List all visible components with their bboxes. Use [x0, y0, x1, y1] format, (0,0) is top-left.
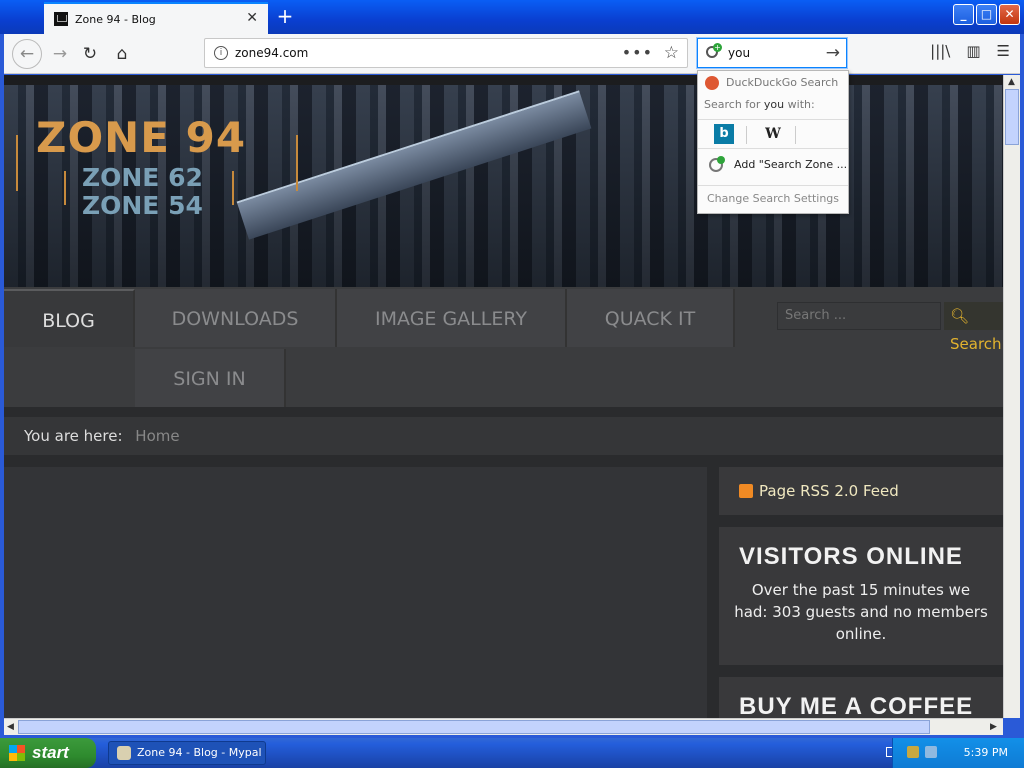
forward-button[interactable]: →: [48, 42, 72, 66]
tab-title: Zone 94 - Blog: [75, 12, 156, 26]
visitors-title: VISITORS ONLINE: [739, 543, 963, 570]
scroll-right-icon[interactable]: ▶: [990, 722, 997, 732]
reload-button[interactable]: ↻: [78, 42, 102, 66]
site-search-input[interactable]: Search ...: [777, 302, 941, 330]
tab-zone94[interactable]: Zone 94 - Blog ✕: [44, 2, 268, 34]
search-for-label: Search for you with:: [698, 95, 848, 115]
maximize-button[interactable]: □: [976, 4, 997, 25]
title-bar: Zone 94 - Blog ✕ + _ □ ✕: [0, 0, 1024, 34]
browser-window: Zone 94 - Blog ✕ + _ □ ✕ ← → ↻ ⌂ i zone9…: [0, 0, 1024, 738]
menu-item-image-gallery[interactable]: IMAGE GALLERY: [337, 289, 567, 347]
engine-separator: [795, 126, 796, 144]
top-strip: [4, 75, 1003, 85]
menu-icon[interactable]: ☰: [997, 42, 1010, 60]
search-icon: 🔍︎: [950, 307, 970, 325]
menu-item-quack-it[interactable]: QUACK IT: [567, 289, 735, 347]
change-search-settings[interactable]: Change Search Settings: [698, 185, 848, 211]
site-menu: BLOG DOWNLOADS IMAGE GALLERY QUACK IT SI…: [4, 287, 1003, 407]
site-search-button[interactable]: 🔍︎ Search: [944, 302, 1003, 353]
navigation-toolbar: ← → ↻ ⌂ i zone94.com ••• ☆ + you → |||\ …: [4, 34, 1020, 74]
breadcrumb-label: You are here:: [24, 427, 123, 445]
visitors-online-module: VISITORS ONLINE Over the past 15 minutes…: [719, 527, 1003, 665]
bing-icon[interactable]: b: [714, 124, 734, 144]
favicon-icon: [54, 12, 68, 26]
site-logo[interactable]: ZONE 94: [36, 113, 246, 162]
search-input[interactable]: + you →: [697, 38, 847, 68]
scroll-up-icon[interactable]: ▲: [1008, 77, 1015, 87]
logo-sub1: ZONE 62: [82, 163, 203, 192]
minimize-button[interactable]: _: [953, 4, 974, 25]
search-for-prefix: Search for: [704, 98, 764, 111]
more-icon[interactable]: •••: [622, 39, 653, 67]
taskbar-item-label: Zone 94 - Blog - Mypal: [137, 746, 262, 759]
clock[interactable]: 5:39 PM: [964, 746, 1008, 759]
back-button[interactable]: ←: [12, 39, 42, 69]
go-arrow-icon[interactable]: →: [826, 39, 840, 67]
windows-flag-icon: [9, 745, 25, 761]
page-content: ZONE 94 ZONE 62 ZONE 54 BLOG DOWNLOADS I…: [4, 75, 1003, 718]
breadcrumb: You are here: Home: [4, 417, 1003, 455]
engine-separator: [746, 126, 747, 144]
site-search-button-label: Search: [950, 335, 1002, 353]
new-tab-button[interactable]: +: [274, 2, 296, 30]
visitors-text: Over the past 15 minutes we had: 303 gue…: [734, 581, 988, 643]
sidebar-icon[interactable]: ▥: [966, 42, 980, 60]
horizontal-scrollbar[interactable]: ◀ ▶: [4, 718, 1003, 735]
plus-icon: +: [713, 43, 722, 52]
library-icon[interactable]: |||\: [930, 42, 950, 60]
rss-feed-link[interactable]: Page RSS 2.0 Feed: [719, 467, 1003, 515]
start-button[interactable]: start: [0, 738, 96, 768]
rss-label: Page RSS 2.0 Feed: [759, 482, 899, 500]
plus-badge-icon: [717, 156, 725, 164]
logo-sub2: ZONE 54: [82, 191, 203, 220]
system-tray: 5:39 PM: [892, 738, 1024, 768]
horizontal-scroll-thumb[interactable]: [18, 720, 930, 734]
mypal-icon: [117, 746, 131, 760]
toolbar-icons: |||\ ▥ ☰: [930, 42, 1010, 60]
taskbar-item-browser[interactable]: Zone 94 - Blog - Mypal: [108, 741, 266, 765]
start-label: start: [32, 743, 69, 762]
search-for-query: you: [763, 98, 785, 111]
main-article-area: [4, 467, 707, 718]
url-text: zone94.com: [235, 46, 309, 60]
info-icon[interactable]: i: [214, 46, 228, 60]
star-icon[interactable]: ☆: [664, 39, 679, 67]
search-suggestions-dropdown: DuckDuckGo Search Search for you with: b…: [697, 70, 849, 214]
engine-label: DuckDuckGo Search: [726, 76, 839, 89]
taskbar: start Zone 94 - Blog - Mypal 5:39 PM: [0, 738, 1024, 768]
close-window-button[interactable]: ✕: [999, 4, 1020, 25]
network-icon[interactable]: [925, 746, 937, 758]
vertical-scrollbar[interactable]: ▲: [1003, 75, 1020, 718]
search-value: you: [728, 46, 751, 60]
search-for-suffix: with:: [784, 98, 815, 111]
engine-buttons: b W: [698, 119, 848, 149]
breadcrumb-home[interactable]: Home: [135, 427, 179, 445]
site-banner: ZONE 94 ZONE 62 ZONE 54: [4, 85, 1003, 287]
vertical-scroll-thumb[interactable]: [1005, 89, 1019, 145]
add-search-engine-item[interactable]: Add "Search Zone ...: [698, 153, 848, 177]
window-controls: _ □ ✕: [953, 4, 1020, 25]
coffee-title: BUY ME A COFFEE: [719, 677, 1003, 718]
menu-item-blog[interactable]: BLOG: [4, 289, 135, 347]
menu-item-sign-in[interactable]: SIGN IN: [135, 349, 286, 407]
duckduckgo-engine-row[interactable]: DuckDuckGo Search: [698, 73, 848, 93]
url-bar[interactable]: i zone94.com ••• ☆: [204, 38, 688, 68]
home-button[interactable]: ⌂: [110, 42, 134, 66]
add-engine-label: Add "Search Zone ...: [734, 158, 848, 171]
duckduckgo-icon: [705, 76, 719, 90]
scroll-left-icon[interactable]: ◀: [7, 722, 14, 732]
close-tab-icon[interactable]: ✕: [246, 10, 258, 26]
tray-app-icon[interactable]: [907, 746, 919, 758]
rss-icon: [739, 484, 753, 498]
menu-item-downloads[interactable]: DOWNLOADS: [135, 289, 337, 347]
wikipedia-icon[interactable]: W: [763, 124, 783, 144]
